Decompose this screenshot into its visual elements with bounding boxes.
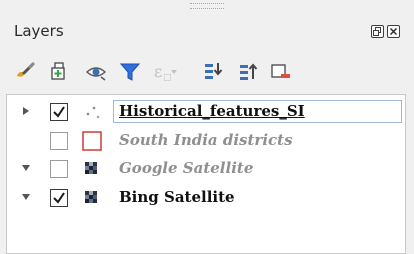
style-layer-button[interactable] [12,59,38,85]
filter-icon [119,63,141,81]
svg-text:□: □ [163,73,172,83]
svg-text:ε: ε [154,62,162,81]
float-panel-button[interactable] [371,25,384,38]
layer-row-south-india-districts[interactable]: South India districts [7,127,405,155]
collapse-all-button[interactable] [236,59,262,85]
filter-legend-button[interactable] [117,59,143,85]
layer-name: Bing Satellite [119,188,235,206]
expression-icon: ε □ [154,62,177,83]
layer-name: Google Satellite [119,159,254,177]
dock-grip[interactable] [190,3,224,9]
polygon-layer-icon [82,131,102,151]
raster-layer-icon [85,162,97,174]
layers-toolbar: ε □ [0,52,414,92]
collapse-all-icon [240,63,258,80]
remove-layer-icon [271,64,290,78]
layer-visibility-checkbox[interactable] [50,160,68,178]
manage-themes-button[interactable] [84,59,110,85]
expand-all-icon [205,63,223,79]
layer-visibility-checkbox[interactable] [50,103,68,121]
filter-expression-button[interactable]: ε □ [151,59,177,85]
layer-row-google-satellite[interactable]: Google Satellite [7,155,405,183]
layer-row-historical-features[interactable]: Historical_features_SI [7,98,405,126]
add-group-icon [51,62,65,80]
expanded-arrow-icon[interactable] [21,163,31,173]
checkmark-icon [53,106,65,118]
float-icon [373,27,381,36]
add-group-button[interactable] [47,59,73,85]
layer-name: Historical_features_SI [119,102,305,120]
layer-tree[interactable]: Historical_features_SI South India distr… [6,94,406,254]
point-layer-icon [86,106,100,119]
panel-titlebar: Layers [0,18,414,46]
eye-icon [85,67,107,81]
layer-name: South India districts [119,131,293,149]
remove-layer-button[interactable] [268,59,294,85]
layer-row-bing-satellite[interactable]: Bing Satellite [7,184,405,212]
raster-layer-icon [85,191,97,203]
layer-visibility-checkbox[interactable] [50,189,68,207]
expanded-arrow-icon[interactable] [21,192,31,202]
panel-title: Layers [14,22,64,40]
close-icon [389,27,398,36]
close-panel-button[interactable] [387,25,400,38]
collapsed-arrow-icon[interactable] [21,106,31,116]
checkmark-icon [53,192,65,204]
expand-all-button[interactable] [201,59,227,85]
layer-visibility-checkbox[interactable] [50,132,68,150]
paintbrush-icon [17,62,35,77]
